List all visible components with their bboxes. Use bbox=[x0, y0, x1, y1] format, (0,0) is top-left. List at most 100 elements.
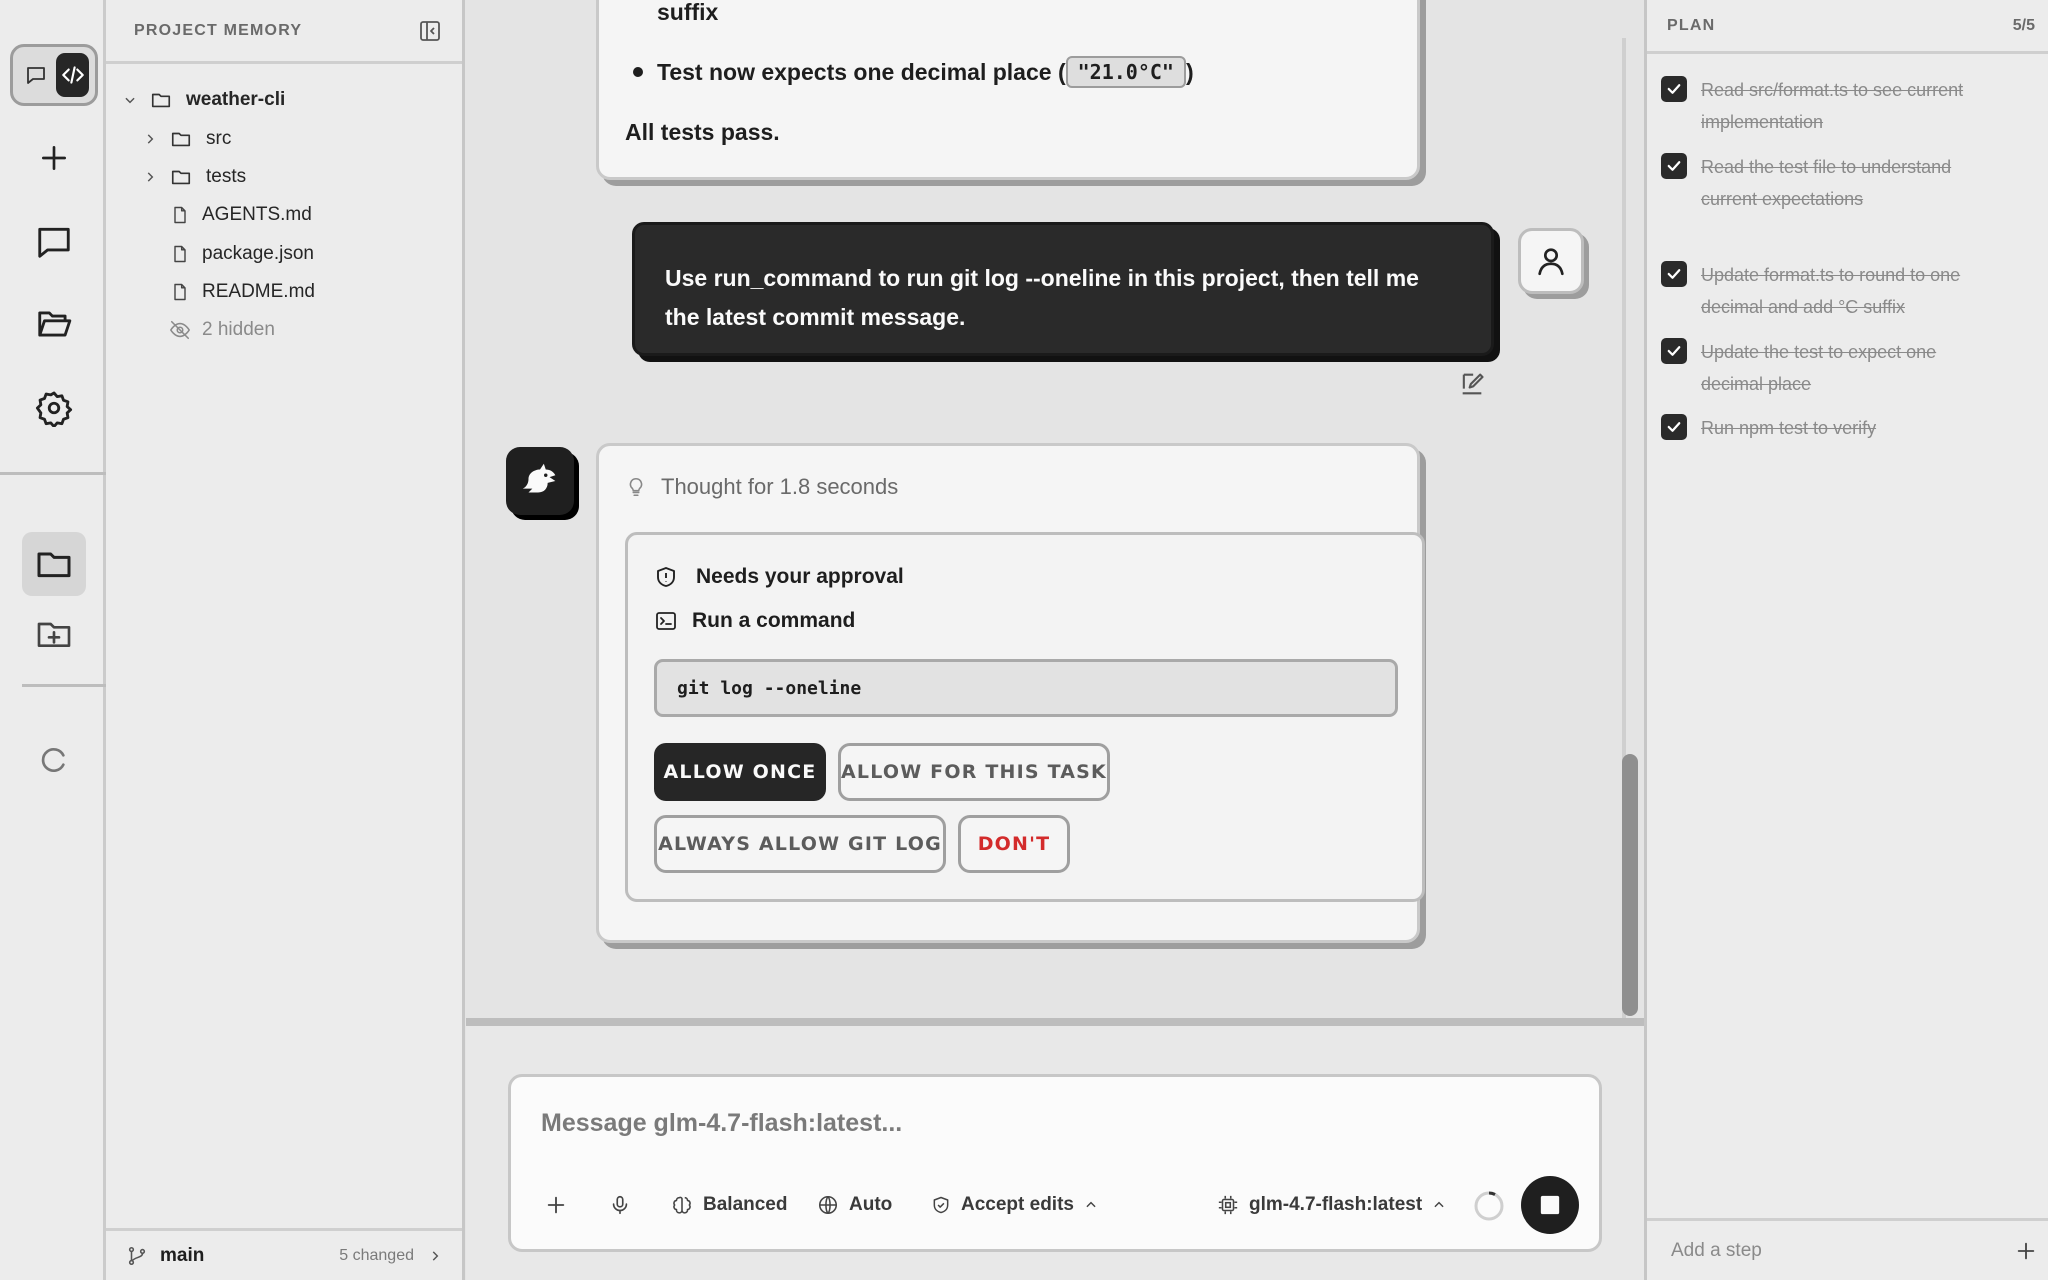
add-step-button[interactable] bbox=[2015, 1240, 2037, 1262]
tree-file-package[interactable]: package.json bbox=[170, 236, 314, 272]
composer-area: Message glm-4.7-flash:latest... Balanced… bbox=[466, 1018, 1644, 1280]
tree-file-readme[interactable]: README.md bbox=[170, 274, 315, 310]
project-title: PROJECT MEMORY bbox=[134, 21, 303, 39]
edit-permission-label: Accept edits bbox=[961, 1194, 1074, 1215]
chats-button[interactable] bbox=[22, 210, 86, 274]
rail-divider bbox=[22, 684, 106, 687]
tree-hidden-toggle[interactable]: 2 hidden bbox=[168, 312, 275, 348]
chevron-right-icon bbox=[428, 1249, 442, 1263]
tree-label: src bbox=[206, 128, 232, 149]
plan-item[interactable]: Run npm test to verify bbox=[1661, 412, 2041, 444]
composer: Message glm-4.7-flash:latest... Balanced… bbox=[508, 1074, 1602, 1252]
checkbox-checked[interactable] bbox=[1661, 261, 1687, 287]
voice-button[interactable] bbox=[609, 1185, 631, 1225]
approval-header: Needs your approval bbox=[654, 565, 904, 589]
progress-ring-icon bbox=[1473, 1190, 1505, 1222]
message-input[interactable]: Message glm-4.7-flash:latest... bbox=[541, 1109, 902, 1138]
chevron-up-icon bbox=[1084, 1198, 1098, 1212]
attach-button[interactable] bbox=[545, 1185, 567, 1225]
code-mode-button[interactable] bbox=[56, 53, 89, 97]
allow-once-button[interactable]: ALLOW ONCE bbox=[654, 743, 826, 801]
settings-button[interactable] bbox=[22, 376, 86, 440]
assistant-message: Thought for 1.8 seconds Needs your appro… bbox=[596, 443, 1425, 943]
edit-message-button[interactable] bbox=[1458, 370, 1486, 398]
mode-toggle[interactable] bbox=[10, 44, 98, 106]
tree-label: tests bbox=[206, 166, 247, 187]
git-status-bar[interactable]: main 5 changed bbox=[106, 1228, 462, 1280]
edit-icon bbox=[1458, 370, 1486, 398]
plan-item[interactable]: Update the test to expect one decimal pl… bbox=[1661, 336, 2041, 400]
terminal-icon bbox=[654, 609, 678, 633]
folder-icon bbox=[170, 166, 192, 188]
branch-name: main bbox=[160, 1244, 205, 1266]
tree-label: AGENTS.md bbox=[202, 204, 312, 225]
plan-count: 5/5 bbox=[2012, 16, 2035, 34]
file-icon bbox=[170, 243, 190, 265]
checkbox-checked[interactable] bbox=[1661, 153, 1687, 179]
tree-label: package.json bbox=[202, 243, 314, 264]
changed-count: 5 changed bbox=[339, 1246, 414, 1264]
tree-file-agents[interactable]: AGENTS.md bbox=[170, 197, 312, 233]
user-avatar bbox=[1518, 228, 1584, 294]
prev-bullet-close: ) bbox=[1185, 58, 1194, 85]
project-files-button[interactable] bbox=[22, 532, 86, 596]
plan-panel: PLAN 5/5 Read src/format.ts to see curre… bbox=[1644, 0, 2048, 1280]
command-preview: git log --oneline bbox=[654, 659, 1398, 717]
inline-code: "21.0°C" bbox=[1065, 56, 1186, 88]
user-message-text: Use run_command to run git log --oneline… bbox=[665, 265, 1419, 330]
thought-label: Thought for 1.8 seconds bbox=[661, 474, 899, 499]
folder-plus-icon bbox=[34, 614, 74, 654]
edit-permission-button[interactable]: Accept edits bbox=[931, 1185, 1098, 1225]
gear-icon bbox=[35, 389, 73, 427]
file-icon bbox=[170, 204, 190, 226]
add-step-input[interactable]: Add a step bbox=[1671, 1240, 1762, 1262]
chevron-right-icon bbox=[142, 170, 158, 184]
prev-summary: All tests pass. bbox=[625, 119, 780, 145]
tree-root-weather-cli[interactable]: weather-cli bbox=[122, 82, 285, 118]
checkbox-checked[interactable] bbox=[1661, 338, 1687, 364]
chat-icon bbox=[24, 63, 48, 87]
open-folder-button[interactable] bbox=[22, 292, 86, 356]
chevron-down-icon bbox=[122, 93, 138, 107]
prev-bullet-text: Test now expects one decimal place ( bbox=[657, 58, 1066, 85]
deny-button[interactable]: DON'T bbox=[958, 815, 1070, 873]
tree-folder-src[interactable]: src bbox=[142, 121, 231, 157]
chat-scrollbar[interactable] bbox=[1622, 38, 1640, 1018]
tree-root-label: weather-cli bbox=[186, 89, 286, 110]
loading-indicator bbox=[22, 728, 86, 792]
tree-folder-tests[interactable]: tests bbox=[142, 159, 246, 195]
checkbox-checked[interactable] bbox=[1661, 76, 1687, 102]
folder-open-icon bbox=[35, 305, 73, 343]
thought-toggle[interactable]: Thought for 1.8 seconds bbox=[625, 474, 898, 500]
plan-item-text: Run npm test to verify bbox=[1701, 418, 1877, 438]
chat-mode-button[interactable] bbox=[19, 53, 52, 97]
plan-item[interactable]: Update format.ts to round to one decimal… bbox=[1661, 259, 2041, 323]
add-project-button[interactable] bbox=[22, 602, 86, 666]
app-rail bbox=[0, 0, 106, 1280]
stop-button[interactable] bbox=[1521, 1176, 1579, 1234]
new-chat-button[interactable] bbox=[22, 126, 86, 190]
folder-icon bbox=[150, 89, 172, 111]
reasoning-mode-button[interactable]: Balanced bbox=[671, 1185, 787, 1225]
checkbox-checked[interactable] bbox=[1661, 414, 1687, 440]
plan-header: PLAN 5/5 bbox=[1647, 0, 2048, 54]
allow-for-task-button[interactable]: ALLOW FOR THIS TASK bbox=[838, 743, 1110, 801]
plan-item-text: Update format.ts to round to one decimal… bbox=[1701, 265, 1961, 317]
project-header: PROJECT MEMORY bbox=[106, 0, 462, 64]
scrollbar-thumb[interactable] bbox=[1622, 754, 1638, 1016]
approval-panel: Needs your approval Run a command git lo… bbox=[625, 532, 1425, 902]
shield-alert-icon bbox=[654, 565, 678, 589]
chip-icon bbox=[1217, 1194, 1239, 1216]
plus-icon bbox=[545, 1194, 567, 1216]
code-icon bbox=[60, 62, 86, 88]
always-allow-button[interactable]: ALWAYS ALLOW GIT LOG bbox=[654, 815, 946, 873]
dragon-logo-icon bbox=[517, 458, 563, 504]
prev-bullet: Test now expects one decimal place ( "21… bbox=[633, 56, 1194, 88]
web-search-button[interactable]: Auto bbox=[817, 1185, 892, 1225]
plan-item[interactable]: Read the test file to understand current… bbox=[1661, 151, 2041, 215]
plan-item[interactable]: Read src/format.ts to see current implem… bbox=[1661, 74, 2041, 138]
collapse-sidebar-icon[interactable] bbox=[418, 19, 442, 43]
model-selector[interactable]: glm-4.7-flash:latest bbox=[1217, 1185, 1446, 1225]
bullet-dot bbox=[633, 67, 643, 77]
chevron-right-icon bbox=[142, 132, 158, 146]
